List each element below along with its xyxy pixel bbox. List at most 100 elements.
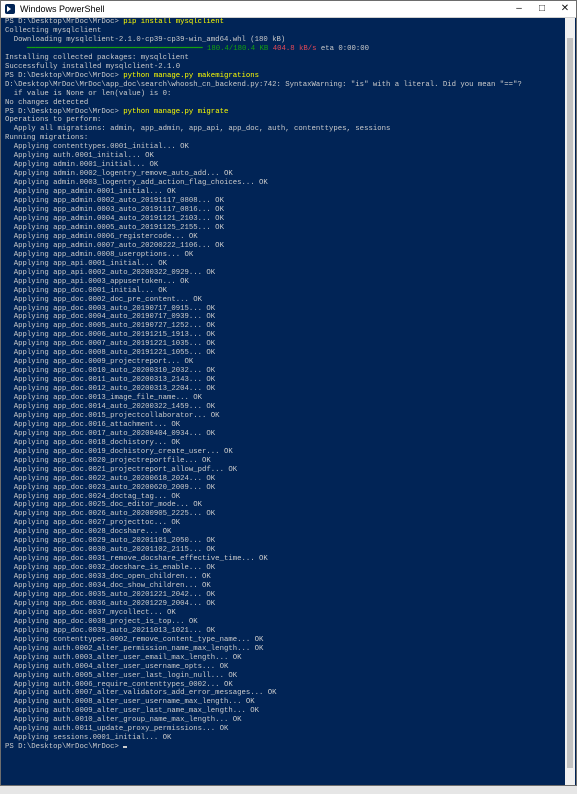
console-line: No changes detected [5, 99, 568, 108]
output-text: Applying app_doc.0001_initial... OK [5, 286, 168, 295]
console-line: Applying app_doc.0009_projectreport... O… [5, 358, 568, 367]
console-line: Applying auth.0010_alter_group_name_max_… [5, 716, 568, 725]
console-line: Applying auth.0001_initial... OK [5, 152, 568, 161]
console-line: Applying app_doc.0002_doc_pre_content...… [5, 296, 568, 305]
maximize-button[interactable]: □ [531, 1, 553, 17]
output-text: eta 0:00:00 [316, 44, 370, 53]
console-line: Applying contenttypes.0001_initial... OK [5, 143, 568, 152]
console-line: Applying app_doc.0020_projectreportfile.… [5, 457, 568, 466]
console-line: if value is None or len(value) is 0: [5, 90, 568, 99]
output-text: Applying app_doc.0011_auto_20200313_2143… [5, 376, 216, 385]
output-text: Applying auth.0004_alter_user_username_o… [5, 662, 229, 671]
console-line: Applying app_admin.0004_auto_20191121_21… [5, 215, 568, 224]
console-line: Applying app_doc.0039_auto_20211013_1021… [5, 627, 568, 636]
command-text: pip install mysqlclient [123, 18, 224, 26]
taskbar-strip [0, 786, 577, 794]
output-text: PS D:\Desktop\MrDoc\MrDoc> [5, 71, 124, 80]
console-line: Applying app_doc.0032_docshare_is_enable… [5, 564, 568, 573]
output-text: Applying app_doc.0023_auto_20200620_2009… [5, 483, 216, 492]
output-text: Applying app_doc.0039_auto_20211013_1021… [5, 626, 216, 635]
output-text: Downloading mysqlclient-2.1.0-cp39-cp39-… [5, 35, 286, 44]
output-text: Applying app_admin.0001_initial... OK [5, 188, 176, 197]
console-line: D:\Desktop\MrDoc\MrDoc\app_doc\search\wh… [5, 81, 568, 90]
output-text: Operations to perform: [5, 116, 102, 125]
console-line: Applying app_doc.0010_auto_20200310_2032… [5, 367, 568, 376]
output-text: Applying app_doc.0010_auto_20200310_2032… [5, 367, 216, 376]
output-text: Applying app_doc.0014_auto_20200322_1459… [5, 402, 216, 411]
output-text: Applying sessions.0001_initial... OK [5, 734, 172, 743]
close-button[interactable]: ✕ [554, 1, 576, 17]
output-text: Applying app_doc.0009_projectreport... O… [5, 358, 194, 367]
output-text: Applying app_doc.0015_projectcollaborato… [5, 411, 220, 420]
console-line: Applying auth.0008_alter_user_username_m… [5, 698, 568, 707]
console-line: Applying app_doc.0024_doctag_tag... OK [5, 493, 568, 502]
console-line: Applying auth.0002_alter_permission_name… [5, 645, 568, 654]
output-text: Applying app_admin.0006_registercode... … [5, 232, 198, 241]
console-line: Applying auth.0007_alter_validators_add_… [5, 689, 568, 698]
console-line: PS D:\Desktop\MrDoc\MrDoc> pip install m… [5, 18, 568, 27]
console-line: Operations to perform: [5, 116, 568, 125]
console-line: Applying app_doc.0007_auto_20191221_1035… [5, 340, 568, 349]
console-line: Applying app_doc.0018_dochistory... OK [5, 439, 568, 448]
output-text: Applying app_doc.0008_auto_20191221_1055… [5, 349, 216, 358]
vertical-scrollbar[interactable] [565, 18, 575, 785]
output-text: Applying admin.0002_logentry_remove_auto… [5, 170, 233, 179]
output-text: 404.8 kB/s [268, 44, 317, 53]
command-text: python manage.py migrate [123, 107, 229, 116]
output-text: No changes detected [5, 98, 89, 107]
output-text: D:\Desktop\MrDoc\MrDoc\app_doc\search\wh… [5, 80, 522, 89]
console-line: Applying app_admin.0008_useroptions... O… [5, 251, 568, 260]
console-line: Applying app_admin.0003_auto_20191117_08… [5, 206, 568, 215]
console-line: Applying app_admin.0002_auto_20191117_08… [5, 197, 568, 206]
console-line: Applying app_doc.0029_auto_20201101_2050… [5, 537, 568, 546]
output-text: Applying admin.0001_initial... OK [5, 161, 159, 170]
console-line: Applying app_doc.0016_attachment... OK [5, 421, 568, 430]
output-text: Applying app_doc.0037_mycollect... OK [5, 608, 176, 617]
console-line: Applying app_doc.0025_doc_editor_mode...… [5, 501, 568, 510]
scrollbar-thumb[interactable] [567, 38, 573, 768]
console-line: Applying app_doc.0014_auto_20200322_1459… [5, 403, 568, 412]
console-line: Applying contenttypes.0002_remove_conten… [5, 636, 568, 645]
console-line: Applying auth.0006_require_contenttypes_… [5, 681, 568, 690]
console-line: Running migrations: [5, 134, 568, 143]
console-line: Applying auth.0004_alter_user_username_o… [5, 663, 568, 672]
output-text: Applying app_api.0003_appusertoken... OK [5, 277, 189, 286]
console-line: Applying app_doc.0003_auto_20190717_0915… [5, 305, 568, 314]
output-text: Applying auth.0009_alter_user_last_name_… [5, 707, 259, 716]
output-text: Applying auth.0006_require_contenttypes_… [5, 680, 233, 689]
output-text: Applying app_doc.0028_docshare... OK [5, 528, 172, 537]
output-text: ━━━━━━━━━━━━━━━━━━━━━━━━━━━━━━━━━━━━━━━━… [26, 44, 269, 53]
output-text: Applying app_api.0002_auto_20200322_0929… [5, 268, 216, 277]
output-text: Successfully installed mysqlclient-2.1.0 [5, 62, 181, 71]
console-line: Applying auth.0005_alter_user_last_login… [5, 672, 568, 681]
output-text: Applying app_doc.0022_auto_20200618_2024… [5, 474, 216, 483]
output-text: Applying app_doc.0034_doc_show_children.… [5, 582, 211, 591]
output-text: Apply all migrations: admin, app_admin, … [5, 125, 391, 134]
output-text: Applying app_admin.0007_auto_20200222_11… [5, 241, 224, 250]
console-line: Applying app_doc.0012_auto_20200313_2204… [5, 385, 568, 394]
console-line: Applying app_admin.0005_auto_20191125_21… [5, 224, 568, 233]
output-text: Applying app_doc.0002_doc_pre_content...… [5, 295, 203, 304]
output-text: Applying auth.0001_initial... OK [5, 152, 154, 161]
console-line: Applying auth.0009_alter_user_last_name_… [5, 707, 568, 716]
output-text: Applying app_doc.0012_auto_20200313_2204… [5, 385, 216, 394]
output-text: Applying contenttypes.0001_initial... OK [5, 143, 189, 152]
minimize-button[interactable]: – [508, 1, 530, 17]
output-text: Installing collected packages: mysqlclie… [5, 53, 189, 62]
output-text: Collecting mysqlclient [5, 26, 102, 35]
output-text: Applying app_doc.0019_dochistory_create_… [5, 447, 233, 456]
console-line: Applying app_admin.0001_initial... OK [5, 188, 568, 197]
console-line: Applying app_doc.0033_doc_open_children.… [5, 573, 568, 582]
output-text: Applying app_doc.0032_docshare_is_enable… [5, 564, 216, 573]
title-bar[interactable]: Windows PowerShell – □ ✕ [1, 1, 576, 18]
output-text: Applying app_doc.0030_auto_20201102_2115… [5, 546, 216, 555]
console-line: PS D:\Desktop\MrDoc\MrDoc> python manage… [5, 72, 568, 81]
output-text: if value is None or len(value) is 0: [5, 89, 172, 98]
output-text: Applying auth.0005_alter_user_last_login… [5, 671, 238, 680]
console-line: PS D:\Desktop\MrDoc\MrDoc> [5, 743, 568, 752]
output-text: Applying app_doc.0017_auto_20200404_0934… [5, 429, 216, 438]
console-output[interactable]: PS D:\Desktop\MrDoc\MrDoc> pip install m… [3, 18, 568, 785]
output-text: Applying app_doc.0003_auto_20190717_0915… [5, 304, 216, 313]
console-line: Applying app_doc.0035_auto_20201221_2042… [5, 591, 568, 600]
output-text: Applying app_doc.0018_dochistory... OK [5, 438, 181, 447]
